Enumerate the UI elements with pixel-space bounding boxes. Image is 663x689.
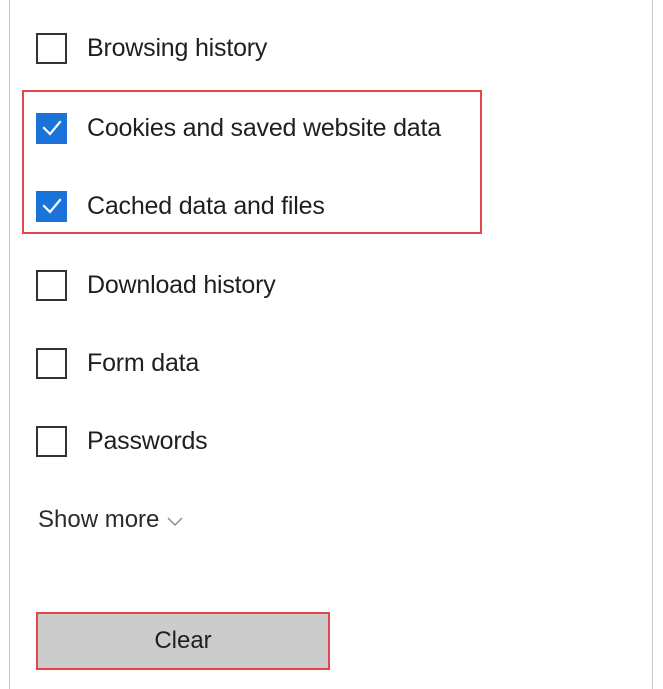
option-label: Passwords bbox=[87, 427, 208, 455]
show-more-label: Show more bbox=[38, 506, 160, 533]
option-passwords[interactable]: Passwords bbox=[36, 421, 208, 461]
show-more-link[interactable]: Show more bbox=[38, 502, 183, 538]
checkbox-passwords[interactable] bbox=[36, 425, 67, 457]
option-label: Cached data and files bbox=[87, 192, 325, 220]
checkmark-icon bbox=[41, 120, 62, 136]
option-label: Download history bbox=[87, 271, 276, 299]
checkbox-download-history[interactable] bbox=[36, 269, 67, 301]
checkbox-cached-data[interactable] bbox=[36, 190, 67, 222]
option-label: Form data bbox=[87, 349, 200, 377]
option-download-history[interactable]: Download history bbox=[36, 265, 276, 305]
checkbox-cookies[interactable] bbox=[36, 112, 67, 144]
option-label: Browsing history bbox=[87, 34, 268, 62]
clear-browsing-data-panel: Browsing history Cookies and saved websi… bbox=[9, 0, 653, 689]
clear-button[interactable]: Clear bbox=[36, 612, 330, 670]
checkbox-form-data[interactable] bbox=[36, 347, 67, 379]
option-browsing-history[interactable]: Browsing history bbox=[36, 28, 267, 68]
checkmark-icon bbox=[41, 198, 62, 214]
option-cookies[interactable]: Cookies and saved website data bbox=[36, 108, 441, 148]
checkbox-browsing-history[interactable] bbox=[36, 32, 67, 64]
chevron-down-icon bbox=[167, 517, 183, 526]
option-form-data[interactable]: Form data bbox=[36, 343, 199, 383]
option-cached-data[interactable]: Cached data and files bbox=[36, 186, 325, 226]
option-label: Cookies and saved website data bbox=[87, 114, 441, 142]
